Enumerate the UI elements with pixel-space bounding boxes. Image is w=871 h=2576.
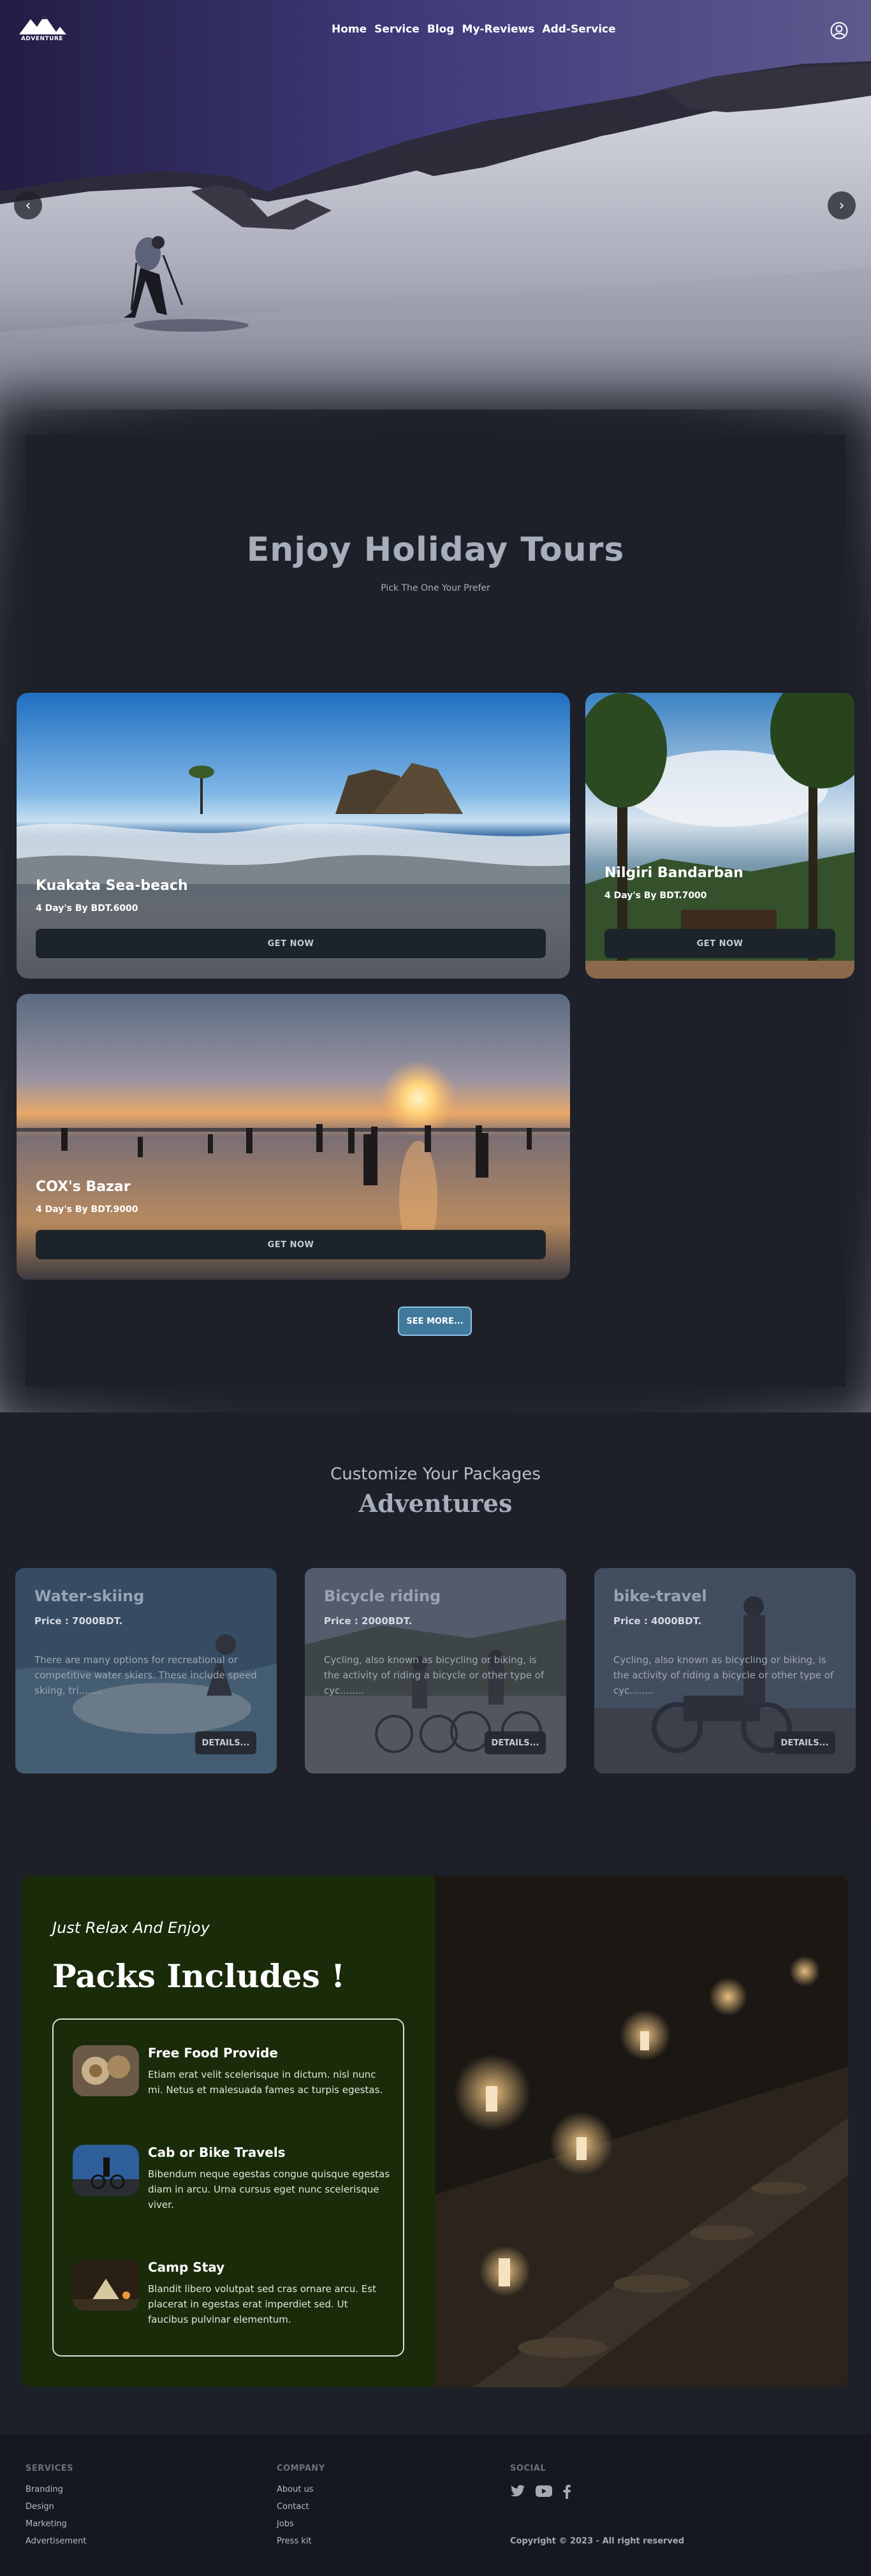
packs-list: Free Food Provide Etiam erat velit scele… [52,2018,404,2357]
adventure-card-bicycle-riding: Bicycle riding Price : 2000BDT. Cycling,… [305,1568,566,1773]
copyright: Copyright © 2023 - All right reserved [510,2536,685,2546]
logo-text: ADVENTURE [20,36,64,42]
carousel-prev-button[interactable]: ‹ [14,191,42,219]
page: ADVENTURE Home Service Blog My-Reviews A… [0,0,871,2576]
details-button[interactable]: DETAILS... [774,1731,835,1754]
get-now-button[interactable]: GET NOW [36,929,546,958]
tour-card-kuakata: Kuakata Sea-beach 4 Day's By BDT.6000 GE… [17,693,570,979]
adventure-name: Water-skiing [34,1587,145,1605]
see-more-button[interactable]: SEE MORE... [398,1307,472,1336]
chevron-right-icon: › [838,197,845,214]
packs-section: Just Relax And Enjoy Packs Includes ! Fr… [0,1823,871,2434]
pack-description: Etiam erat velit scelerisque in dictum. … [148,2069,383,2096]
tour-card-coxs-bazar: COX's Bazar 4 Day's By BDT.9000 GET NOW [17,994,570,1280]
tour-name: Nilgiri Bandarban [604,865,743,881]
footer-link-about[interactable]: About us [277,2485,325,2494]
get-now-button[interactable]: GET NOW [604,929,835,958]
logo[interactable]: ADVENTURE [17,14,68,47]
social-icons [510,2485,571,2499]
adventure-price: Price : 7000BDT. [34,1615,123,1627]
footer-link-jobs[interactable]: Jobs [277,2519,325,2529]
tour-name: COX's Bazar [36,1179,131,1195]
footer-social-heading: SOCIAL [510,2464,546,2473]
nav-service[interactable]: Service [374,23,420,36]
tour-card-nilgiri: Nilgiri Bandarban 4 Day's By BDT.7000 GE… [585,693,854,979]
adventures-section: Customize Your Packages Adventures Water… [0,1412,871,1823]
adventure-price: Price : 2000BDT. [324,1615,413,1627]
pack-name: Cab or Bike Travels [148,2145,286,2160]
footer: SERVICES Branding Design Marketing Adver… [0,2434,871,2576]
carousel-next-button[interactable]: › [828,191,856,219]
adventure-card-bike-travel: bike-travel Price : 4000BDT. Cycling, al… [594,1568,856,1773]
packs-dining-image [435,1876,848,2387]
adventures-title: Adventures [358,1489,513,1518]
footer-link-contact[interactable]: Contact [277,2502,325,2512]
tour-name: Kuakata Sea-beach [36,878,188,894]
tour-price: 4 Day's By BDT.9000 [36,1204,138,1215]
adventure-description: Cycling, also known as bicycling or biki… [613,1654,834,1696]
tours-subtitle: Pick The One Your Prefer [381,583,490,593]
pack-description: Bibendum neque egestas congue quisque eg… [148,2168,390,2210]
footer-link-press-kit[interactable]: Press kit [277,2536,325,2546]
nav-my-reviews[interactable]: My-Reviews [462,23,534,36]
packs-box: Just Relax And Enjoy Packs Includes ! Fr… [22,1876,848,2387]
tours-title: Enjoy Holiday Tours [246,531,625,569]
navbar: ADVENTURE Home Service Blog My-Reviews A… [0,0,871,61]
hero-mountain-image [0,0,871,410]
facebook-icon[interactable] [562,2485,571,2499]
packs-title: Packs Includes ! [52,1957,346,1995]
details-button[interactable]: DETAILS... [485,1731,546,1754]
holiday-tours-section: Enjoy Holiday Tours Pick The One Your Pr… [0,410,871,1412]
footer-link-branding[interactable]: Branding [26,2485,86,2494]
nav-add-service[interactable]: Add-Service [542,23,615,36]
camp-thumbnail [73,2260,139,2311]
nav-home[interactable]: Home [332,23,367,36]
food-thumbnail [73,2045,139,2096]
pack-description: Blandit libero volutpat sed cras ornare … [148,2283,376,2325]
footer-social: SOCIAL [510,2464,571,2499]
pack-name: Camp Stay [148,2260,225,2275]
packs-info-panel: Just Relax And Enjoy Packs Includes ! Fr… [22,1876,435,2387]
nav-blog[interactable]: Blog [427,23,455,36]
travel-thumbnail [73,2145,139,2196]
pack-name: Free Food Provide [148,2045,278,2061]
hero-carousel: ADVENTURE Home Service Blog My-Reviews A… [0,0,871,410]
youtube-icon[interactable] [536,2485,552,2498]
adventure-description: Cycling, also known as bicycling or biki… [324,1654,545,1696]
chevron-left-icon: ‹ [25,197,31,214]
adventure-name: Bicycle riding [324,1587,441,1605]
adventure-price: Price : 4000BDT. [613,1615,702,1627]
mountain-logo-icon [19,15,66,34]
adventure-name: bike-travel [613,1587,707,1605]
main-nav: Home Service Blog My-Reviews Add-Service [332,23,624,36]
get-now-button[interactable]: GET NOW [36,1230,546,1259]
adventure-card-water-skiing: Water-skiing Price : 7000BDT. There are … [15,1568,277,1773]
footer-company: COMPANY About us Contact Jobs Press kit [277,2464,325,2554]
packs-kicker: Just Relax And Enjoy [52,1919,210,1937]
footer-link-marketing[interactable]: Marketing [26,2519,86,2529]
footer-services-heading: SERVICES [26,2464,73,2473]
footer-link-advertisement[interactable]: Advertisement [26,2536,86,2546]
tour-price: 4 Day's By BDT.6000 [36,903,138,914]
adventure-description: There are many options for recreational … [34,1654,257,1696]
details-button[interactable]: DETAILS... [195,1731,256,1754]
footer-link-design[interactable]: Design [26,2502,86,2512]
footer-company-heading: COMPANY [277,2464,325,2473]
adventures-kicker: Customize Your Packages [330,1465,541,1484]
tour-price: 4 Day's By BDT.7000 [604,891,707,901]
footer-services: SERVICES Branding Design Marketing Adver… [26,2464,86,2554]
twitter-icon[interactable] [510,2485,525,2498]
user-avatar-icon[interactable] [830,22,848,40]
